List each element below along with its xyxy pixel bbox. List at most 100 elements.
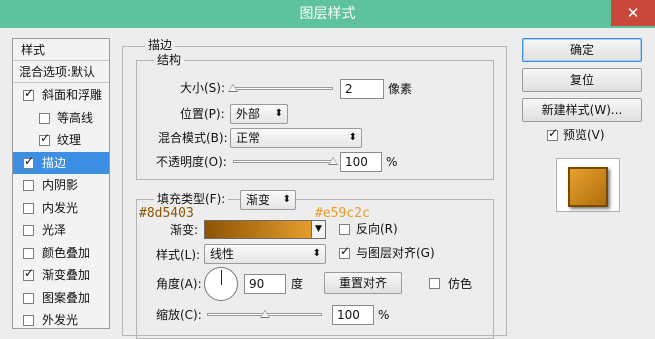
scale-slider-thumb[interactable] (259, 310, 270, 318)
angle-input[interactable]: 90 (244, 274, 286, 294)
check-icon: ✓ (24, 266, 35, 280)
sidebar-item[interactable]: 颜色叠加 (13, 242, 109, 264)
stroke-section-title: 描边 (145, 38, 176, 52)
preview-check-mark: ✓ (548, 126, 559, 140)
blend-mode-value: 正常 (236, 131, 261, 145)
preview-label: 预览(V) (563, 128, 605, 142)
sidebar-item-label: 描边 (42, 155, 67, 170)
style-chevron-icon: ⬍ (312, 248, 321, 259)
position-chevron-icon: ⬍ (274, 108, 283, 119)
align-with-layer-label: 与图层对齐(G) (356, 246, 435, 260)
gradient-dropdown-button[interactable]: ▼ (312, 220, 326, 239)
fill-type-select[interactable]: 渐变 ⬍ (240, 190, 296, 210)
sidebar-item-checkbox[interactable] (23, 225, 34, 236)
preview-checkbox[interactable]: ✓ (547, 126, 558, 141)
angle-dial[interactable] (204, 267, 238, 301)
dither-label: 仿色 (448, 277, 473, 291)
align-check-mark: ✓ (340, 244, 351, 258)
close-icon: ✕ (626, 4, 640, 22)
style-select[interactable]: 线性 ⬍ (204, 244, 326, 264)
angle-label: 角度(A): (156, 277, 202, 291)
sidebar-item-label: 渐变叠加 (42, 268, 91, 282)
style-value: 线性 (210, 247, 235, 261)
sidebar-item-label: 外发光 (42, 313, 79, 327)
sidebar-item-label: 图案叠加 (42, 290, 91, 305)
angle-dial-needle (221, 270, 222, 285)
close-button[interactable]: ✕ (611, 0, 655, 26)
chevron-down-icon: ▼ (315, 224, 322, 234)
scale-label: 缩放(C): (156, 308, 202, 322)
sidebar-item[interactable]: ✓ 描边 (13, 151, 109, 174)
gradient-preview[interactable] (204, 220, 312, 239)
sidebar-item-checkbox[interactable] (39, 112, 50, 124)
size-label: 大小(S): (180, 81, 226, 95)
opacity-unit: % (386, 155, 398, 169)
dialog-title: 图层样式 (299, 6, 356, 22)
size-slider-track[interactable] (233, 87, 333, 90)
sidebar-item[interactable]: ✓ 渐变叠加 (13, 264, 109, 286)
sidebar-item-label: 颜色叠加 (42, 245, 91, 260)
sidebar-item-checkbox[interactable] (23, 292, 34, 304)
fill-type-label: 填充类型(F): (154, 192, 229, 206)
sidebar-item-checkbox[interactable] (23, 202, 34, 214)
opacity-slider-thumb[interactable] (328, 157, 338, 165)
sidebar-item-label: 内阴影 (42, 178, 79, 192)
new-style-button[interactable]: 新建样式(W)... (522, 98, 642, 122)
style-list: 样式 混合选项:默认 ✓ 斜面和浮雕等高线 ✓ 纹理 ✓ 描边内阴影内发光光泽颜色叠加 ✓ 渐… (12, 38, 110, 329)
reset-alignment-button[interactable]: 重置对齐 (324, 272, 402, 294)
opacity-label: 不透明度(O): (156, 155, 227, 169)
sidebar-item[interactable]: 图案叠加 (13, 287, 109, 309)
size-unit: 像素 (388, 82, 413, 96)
preview-box (556, 158, 620, 212)
dither-checkbox[interactable] (429, 278, 440, 289)
check-icon: ✓ (24, 86, 35, 100)
sidebar-item-checkbox[interactable] (23, 180, 34, 191)
sidebar-item[interactable]: 内发光 (13, 197, 109, 219)
sidebar-item-checkbox[interactable]: ✓ (23, 154, 34, 169)
sidebar-item[interactable]: 光泽 (13, 219, 109, 241)
position-label: 位置(P): (180, 107, 225, 121)
reverse-label: 反向(R) (356, 222, 398, 236)
check-icon: ✓ (40, 131, 51, 145)
position-select[interactable]: 外部 ⬍ (230, 104, 288, 124)
fill-type-chevron-icon: ⬍ (282, 194, 291, 205)
style-list-header[interactable]: 样式 (13, 39, 109, 61)
scale-unit: % (378, 308, 390, 322)
blend-mode-label: 混合模式(B): (158, 131, 228, 145)
sidebar-item-checkbox[interactable]: ✓ (39, 131, 50, 146)
sidebar-item[interactable]: 等高线 (13, 107, 109, 129)
size-slider-thumb[interactable] (228, 84, 238, 92)
sidebar-item[interactable]: ✓ 斜面和浮雕 (13, 84, 109, 106)
sidebar-item-checkbox[interactable]: ✓ (23, 86, 34, 101)
check-icon: ✓ (24, 153, 35, 168)
preview-thumbnail (568, 167, 608, 207)
reverse-checkbox[interactable] (339, 224, 350, 235)
opacity-slider-track[interactable] (233, 160, 333, 163)
gradient-start-color-label: #8d5403 (139, 206, 194, 221)
style-label: 样式(L): (156, 248, 201, 262)
scale-input[interactable]: 100 (332, 305, 374, 325)
sidebar-item-label: 光泽 (42, 223, 67, 237)
structure-title: 结构 (154, 53, 185, 67)
sidebar-item-label: 纹理 (57, 133, 82, 147)
reset-button[interactable]: 复位 (522, 68, 642, 92)
gradient-label: 渐变: (170, 223, 199, 237)
sidebar-item[interactable]: 外发光 (13, 309, 109, 331)
sidebar-item-label: 内发光 (42, 200, 79, 215)
angle-unit: 度 (291, 277, 304, 291)
sidebar-item[interactable]: 内阴影 (13, 174, 109, 196)
sidebar-item-label: 等高线 (57, 110, 94, 125)
opacity-input[interactable]: 100 (340, 152, 382, 172)
position-value: 外部 (236, 107, 261, 121)
sidebar-item-label: 斜面和浮雕 (42, 88, 103, 102)
sidebar-item[interactable]: ✓ 纹理 (13, 129, 109, 151)
sidebar-item-checkbox[interactable] (23, 247, 34, 259)
fill-type-value: 渐变 (246, 193, 271, 207)
size-input[interactable]: 2 (340, 79, 384, 99)
blend-mode-select[interactable]: 正常 ⬍ (230, 128, 362, 148)
sidebar-item-checkbox[interactable]: ✓ (23, 266, 34, 281)
sidebar-item-checkbox[interactable] (23, 315, 34, 326)
blending-options-item[interactable]: 混合选项:默认 (13, 61, 109, 83)
align-with-layer-checkbox[interactable]: ✓ (339, 244, 350, 259)
ok-button[interactable]: 确定 (522, 38, 642, 62)
